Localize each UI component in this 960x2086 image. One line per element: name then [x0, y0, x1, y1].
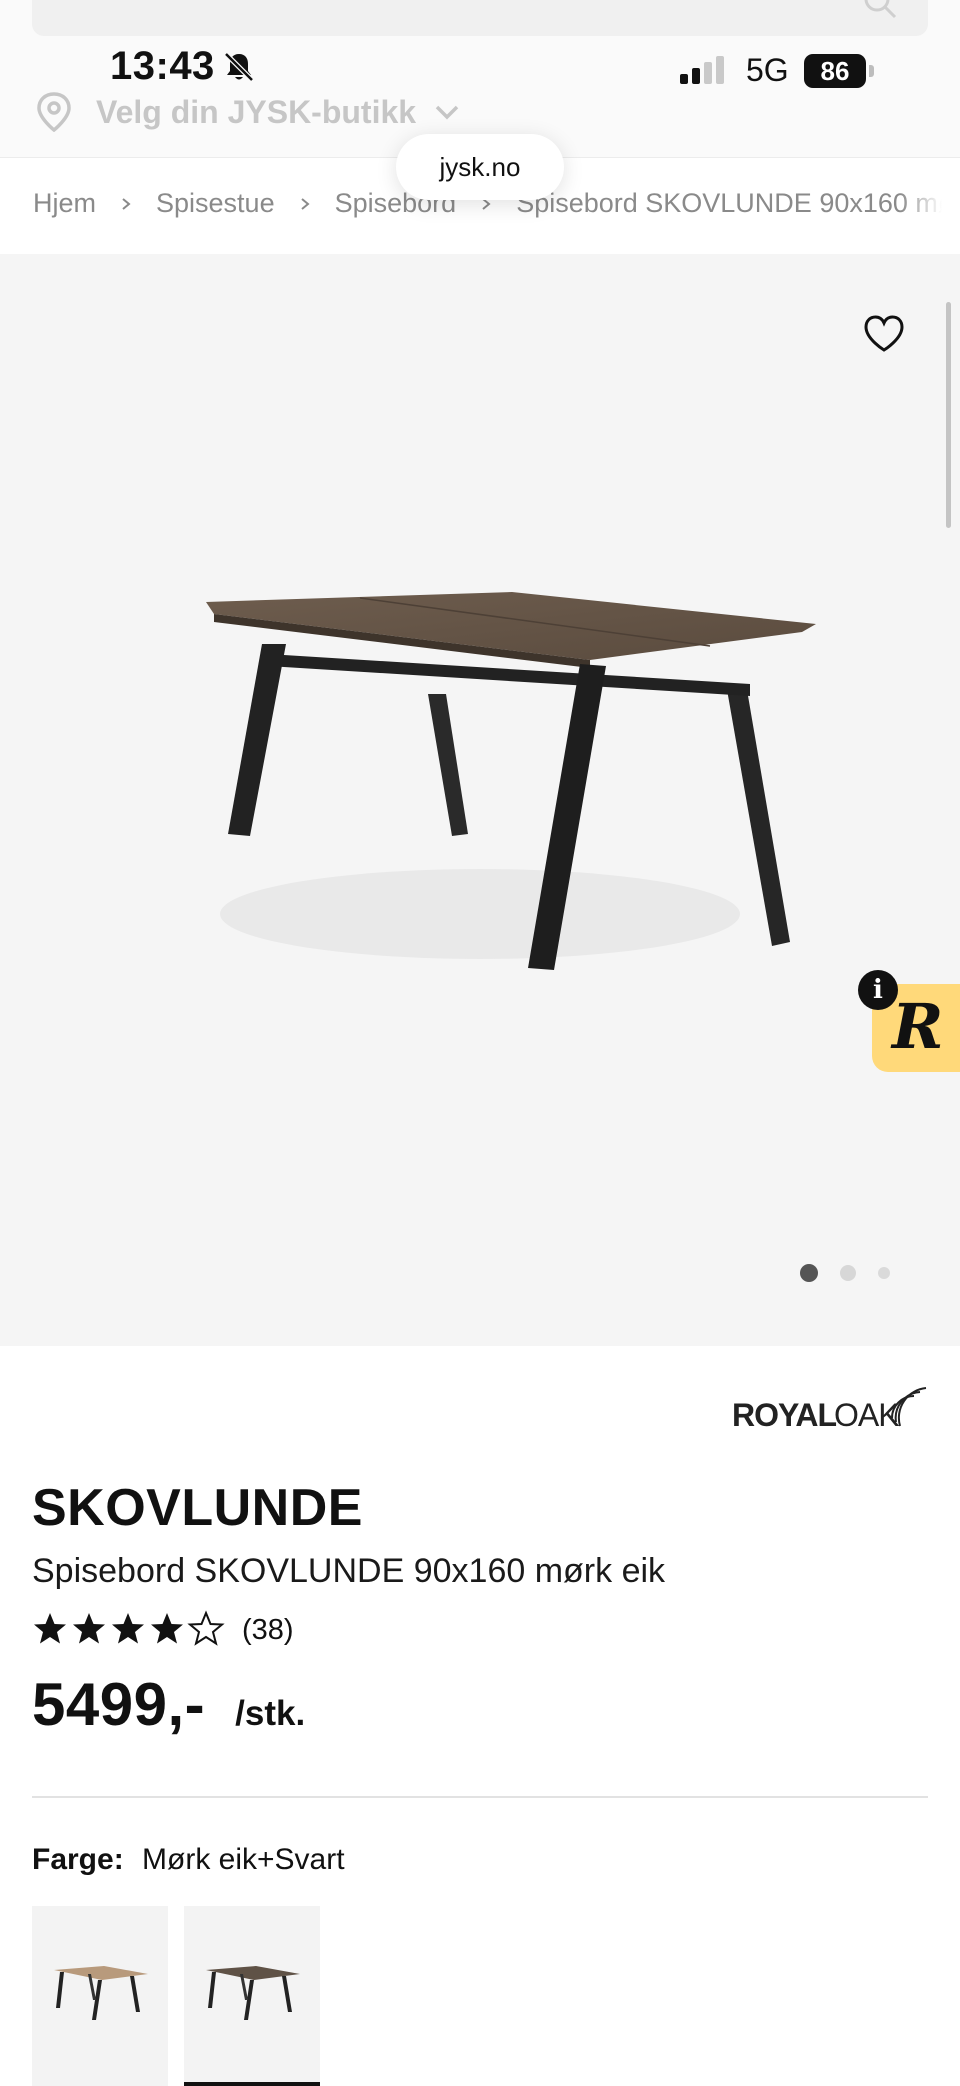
price-row: 5499,- /stk.: [32, 1670, 305, 1739]
breadcrumb-current: Spisebord SKOVLUNDE 90x160 mørk eik: [516, 188, 960, 218]
product-gallery[interactable]: R i: [0, 254, 960, 1346]
search-icon: [864, 0, 897, 19]
color-label: Farge:: [32, 1843, 124, 1876]
product-rating[interactable]: (38): [32, 1610, 294, 1650]
rating-stars-icon: [34, 1610, 225, 1646]
chevron-down-icon: [435, 105, 459, 120]
color-value: Mørk eik+Svart: [142, 1843, 345, 1876]
price-unit: /stk.: [235, 1694, 306, 1733]
review-count[interactable]: (38): [242, 1614, 294, 1647]
gallery-pagination[interactable]: [800, 1264, 912, 1282]
favorite-heart-icon[interactable]: [862, 314, 906, 354]
breadcrumb-link-dining-room[interactable]: Spisestue: [156, 188, 275, 219]
location-pin-icon: [37, 92, 71, 132]
breadcrumb-link-home[interactable]: Hjem: [33, 188, 96, 219]
product-brand-name: SKOVLUNDE: [32, 1479, 363, 1537]
color-swatch-dark-oak[interactable]: [184, 1906, 320, 2086]
store-selector[interactable]: Velg din JYSK-butikk: [36, 90, 460, 134]
search-bar[interactable]: [32, 0, 928, 36]
table-thumbnail-dark: [206, 1966, 300, 2020]
royal-oak-logo: ROYAL OAK: [732, 1387, 927, 1433]
gallery-dot-3[interactable]: [878, 1267, 890, 1279]
battery-icon: 86: [804, 54, 874, 88]
svg-text:ROYAL: ROYAL: [732, 1397, 837, 1433]
product-description: Spisebord SKOVLUNDE 90x160 mørk eik: [32, 1552, 666, 1590]
info-icon[interactable]: i: [858, 970, 898, 1010]
url-pill[interactable]: jysk.no: [396, 134, 564, 200]
r-logo-icon: R: [892, 990, 944, 1063]
product-image: [206, 592, 816, 970]
svg-text:OAK: OAK: [834, 1397, 899, 1433]
color-selector-header: Farge: Mørk eik+Svart: [32, 1843, 345, 1877]
gallery-dot-1[interactable]: [800, 1264, 818, 1282]
gallery-scrollbar[interactable]: [946, 302, 951, 528]
chevron-right-icon: [300, 197, 310, 210]
gallery-dot-2[interactable]: [840, 1265, 856, 1281]
signal-icon: [680, 56, 724, 84]
store-selector-label: Velg din JYSK-butikk: [96, 93, 417, 130]
bell-muted-icon: [224, 52, 254, 82]
chevron-right-icon: [122, 197, 131, 210]
table-thumbnail-light: [54, 1966, 148, 2020]
product-price: 5499,-: [32, 1671, 206, 1738]
battery-level: 86: [820, 56, 850, 86]
status-time: 13:43: [110, 44, 215, 88]
color-swatch-light-oak[interactable]: [32, 1906, 168, 2086]
divider: [32, 1796, 928, 1798]
network-type: 5G: [746, 52, 789, 88]
